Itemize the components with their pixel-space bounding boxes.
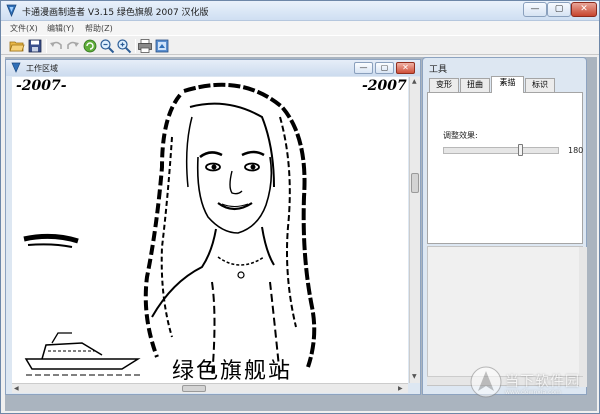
toolbar-separator — [135, 39, 136, 53]
work-area-close-button[interactable]: ✕ — [396, 62, 415, 74]
undo-icon[interactable] — [48, 38, 64, 54]
scroll-left-icon[interactable]: ◀ — [14, 385, 19, 392]
zoom-out-icon[interactable] — [99, 38, 115, 54]
canvas-horizontal-scrollbar[interactable]: ◀ ▶ — [12, 383, 408, 393]
horizontal-scroll-thumb[interactable] — [182, 385, 206, 392]
redo-icon[interactable] — [65, 38, 81, 54]
site-logo: 当下软件园 www.downxia.com — [469, 363, 597, 403]
watermark-year-left: -2007- — [16, 78, 67, 94]
adjust-effect-label: 调整效果: — [443, 131, 478, 140]
logo-text: 当下软件园 — [505, 374, 580, 390]
work-area-title: 工作区域 — [26, 64, 58, 73]
image-canvas[interactable]: -2007- -2007 绿色旗舰站 — [12, 77, 408, 383]
logo-mark-icon — [470, 366, 502, 398]
work-area-minimize-button[interactable]: — — [354, 62, 373, 74]
tools-title: 工具 — [429, 65, 448, 75]
work-area-title-bar[interactable]: 工作区域 — ▢ ✕ — [6, 60, 420, 76]
vertical-scroll-thumb[interactable] — [411, 173, 419, 193]
menu-bar: 文件(X) 编辑(Y) 帮助(Z) — [1, 21, 599, 35]
tools-window: 工具 变形 扭曲 素描 标识 调整效果: 180 — [422, 57, 587, 395]
window-title: 卡通漫画制造者 V3.15 绿色旗舰 2007 汉化版 — [22, 8, 209, 18]
toolbar-separator — [46, 39, 47, 53]
close-button[interactable]: ✕ — [571, 2, 597, 17]
menu-edit[interactable]: 编辑(Y) — [47, 23, 74, 34]
tab-logo[interactable]: 标识 — [525, 78, 555, 92]
zoom-in-icon[interactable] — [116, 38, 132, 54]
minimize-button[interactable]: — — [523, 2, 547, 17]
print-icon[interactable] — [137, 38, 153, 54]
menu-help[interactable]: 帮助(Z) — [85, 23, 113, 34]
logo-url: www.downxia.com — [505, 389, 561, 396]
slider-value: 180 — [568, 146, 584, 155]
watermark-year-right: -2007 — [362, 78, 407, 94]
slider-thumb[interactable] — [518, 144, 523, 156]
toolbar — [1, 35, 599, 55]
main-window: 卡通漫画制造者 V3.15 绿色旗舰 2007 汉化版 — ▢ ✕ 文件(X) … — [0, 0, 600, 414]
watermark-site-name: 绿色旗舰站 — [172, 359, 293, 383]
title-bar[interactable]: 卡通漫画制造者 V3.15 绿色旗舰 2007 汉化版 — ▢ ✕ — [1, 1, 599, 21]
work-area-window: 工作区域 — ▢ ✕ -2007- -2007 绿色旗舰站 ▲ ▼ ◀ ▶ — [5, 59, 421, 395]
tab-distort[interactable]: 扭曲 — [460, 78, 490, 92]
export-icon[interactable] — [154, 38, 170, 54]
sketch-image — [23, 82, 317, 378]
maximize-button[interactable]: ▢ — [547, 2, 571, 17]
tools-tab-strip: 变形 扭曲 素描 标识 — [427, 76, 583, 93]
scroll-up-icon[interactable]: ▲ — [412, 78, 417, 85]
work-area-maximize-button[interactable]: ▢ — [375, 62, 394, 74]
app-icon — [11, 62, 21, 73]
scroll-right-icon[interactable]: ▶ — [398, 385, 403, 392]
app-icon — [6, 4, 17, 17]
scroll-down-icon[interactable]: ▼ — [412, 373, 417, 380]
tab-sketch[interactable]: 素描 — [491, 76, 524, 93]
save-icon[interactable] — [27, 38, 43, 54]
canvas-vertical-scrollbar[interactable]: ▲ ▼ — [409, 77, 420, 383]
tab-deform[interactable]: 变形 — [429, 78, 459, 92]
adjust-effect-slider[interactable] — [443, 147, 559, 154]
refresh-icon[interactable] — [82, 38, 98, 54]
sketch-tab-panel: 调整效果: 180 — [427, 92, 583, 244]
open-folder-icon[interactable] — [9, 38, 25, 54]
menu-file[interactable]: 文件(X) — [10, 23, 38, 34]
